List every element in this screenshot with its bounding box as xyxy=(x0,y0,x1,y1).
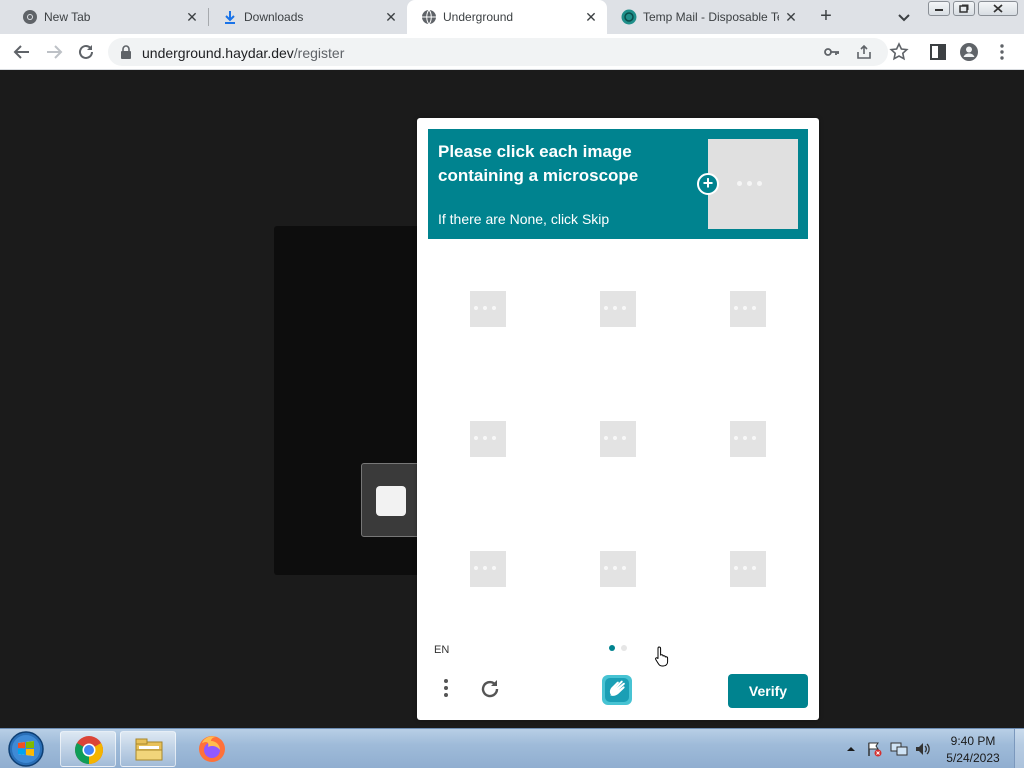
page-dot xyxy=(621,645,627,651)
loading-dots xyxy=(474,306,496,310)
hcaptcha-logo-icon[interactable] xyxy=(600,673,634,707)
minimize-button[interactable] xyxy=(928,1,950,16)
loading-dots xyxy=(474,436,496,440)
loading-dots xyxy=(604,306,626,310)
challenge-tile[interactable] xyxy=(730,291,766,327)
page-dot-active xyxy=(609,645,615,651)
url-host: underground.haydar.dev xyxy=(142,45,294,61)
tab-close-icon[interactable]: ✕ xyxy=(383,9,399,25)
restore-button[interactable] xyxy=(953,1,975,16)
tab-temp-mail[interactable]: Temp Mail - Disposable Te ✕ xyxy=(607,0,807,34)
tab-title: New Tab xyxy=(44,10,91,24)
tab-underground[interactable]: Underground ✕ xyxy=(407,0,607,34)
loading-dots xyxy=(604,566,626,570)
tab-title: Underground xyxy=(443,10,514,24)
network-icon[interactable] xyxy=(890,741,908,757)
tab-downloads[interactable]: Downloads ✕ xyxy=(208,0,407,34)
browser-toolbar: underground.haydar.dev/register xyxy=(0,34,1024,70)
key-icon[interactable] xyxy=(824,45,840,59)
camera-card xyxy=(361,463,425,537)
challenge-tile[interactable] xyxy=(730,551,766,587)
challenge-tile[interactable] xyxy=(600,551,636,587)
challenge-tile[interactable] xyxy=(730,421,766,457)
bookmark-star-icon[interactable] xyxy=(888,41,910,63)
refresh-challenge-icon[interactable] xyxy=(477,676,503,702)
loading-dots xyxy=(734,436,756,440)
verify-button[interactable]: Verify xyxy=(728,674,808,708)
tempmail-icon xyxy=(621,9,637,25)
page-indicator xyxy=(609,645,627,651)
loading-dots xyxy=(474,566,496,570)
prompt-text: Please click each image containing a mic… xyxy=(438,142,639,185)
clock-time[interactable]: 9:40 PM xyxy=(940,734,1006,748)
url-path: /register xyxy=(293,45,345,61)
example-image[interactable] xyxy=(708,139,798,229)
restore-icon xyxy=(959,4,969,13)
tab-close-icon[interactable]: ✕ xyxy=(184,9,200,25)
expand-plus-icon[interactable]: + xyxy=(697,173,719,195)
prompt-subtext: If there are None, click Skip xyxy=(438,211,610,227)
camera-icon xyxy=(376,486,406,516)
address-bar[interactable]: underground.haydar.dev/register xyxy=(108,38,888,66)
lock-icon[interactable] xyxy=(120,45,132,59)
show-desktop-button[interactable] xyxy=(1014,729,1024,768)
windows-taskbar: 9:40 PM 5/24/2023 xyxy=(0,728,1024,768)
tab-new-tab[interactable]: New Tab ✕ xyxy=(8,0,208,34)
taskbar-explorer-button[interactable] xyxy=(120,731,176,767)
tab-strip: New Tab ✕ Downloads ✕ Underground ✕ Temp… xyxy=(0,0,1024,34)
chrome-icon xyxy=(75,736,103,764)
volume-icon[interactable] xyxy=(914,741,932,757)
language-selector[interactable]: EN xyxy=(434,644,449,656)
clock-date[interactable]: 5/24/2023 xyxy=(940,751,1006,765)
challenge-tile[interactable] xyxy=(470,291,506,327)
tab-search-chevron-icon[interactable] xyxy=(894,7,914,27)
close-icon xyxy=(993,4,1003,13)
share-icon[interactable] xyxy=(856,44,872,60)
minimize-icon xyxy=(935,9,943,11)
chrome-icon xyxy=(23,10,37,24)
tab-close-icon[interactable]: ✕ xyxy=(583,9,599,25)
firefox-icon xyxy=(199,736,225,762)
side-panel-icon[interactable] xyxy=(927,41,949,63)
loading-dots xyxy=(604,436,626,440)
show-hidden-icons-icon[interactable] xyxy=(846,744,856,754)
captcha-menu-button[interactable] xyxy=(437,676,455,702)
loading-dots xyxy=(737,181,762,186)
taskbar-firefox-button[interactable] xyxy=(196,733,228,768)
profile-avatar-icon[interactable] xyxy=(958,41,980,63)
back-arrow-icon[interactable] xyxy=(11,41,33,63)
challenge-tile[interactable] xyxy=(470,551,506,587)
close-window-button[interactable] xyxy=(978,1,1018,16)
windows-start-icon[interactable] xyxy=(6,730,46,768)
globe-icon xyxy=(422,9,436,25)
hand-cursor-icon xyxy=(655,646,669,667)
challenge-tile[interactable] xyxy=(600,291,636,327)
menu-kebab-icon[interactable] xyxy=(991,41,1013,63)
challenge-prompt: Please click each image containing a mic… xyxy=(428,129,808,239)
challenge-tile[interactable] xyxy=(600,421,636,457)
forward-arrow-icon[interactable] xyxy=(43,41,65,63)
loading-dots xyxy=(734,306,756,310)
action-center-flag-icon[interactable] xyxy=(866,741,882,757)
tab-title: Downloads xyxy=(244,10,304,24)
tab-close-icon[interactable]: ✕ xyxy=(783,9,799,25)
url-text: underground.haydar.dev/register xyxy=(142,45,344,61)
tab-title: Temp Mail - Disposable Te xyxy=(643,10,779,24)
loading-dots xyxy=(734,566,756,570)
challenge-tile[interactable] xyxy=(470,421,506,457)
taskbar-chrome-button[interactable] xyxy=(60,731,116,767)
system-tray: 9:40 PM 5/24/2023 xyxy=(840,729,1024,768)
page-viewport: Please click each image containing a mic… xyxy=(0,71,1024,728)
download-icon xyxy=(225,11,235,24)
new-tab-button[interactable]: + xyxy=(814,5,838,29)
reload-icon[interactable] xyxy=(75,41,97,63)
file-explorer-icon xyxy=(135,738,163,761)
hcaptcha-challenge: Please click each image containing a mic… xyxy=(417,118,819,720)
